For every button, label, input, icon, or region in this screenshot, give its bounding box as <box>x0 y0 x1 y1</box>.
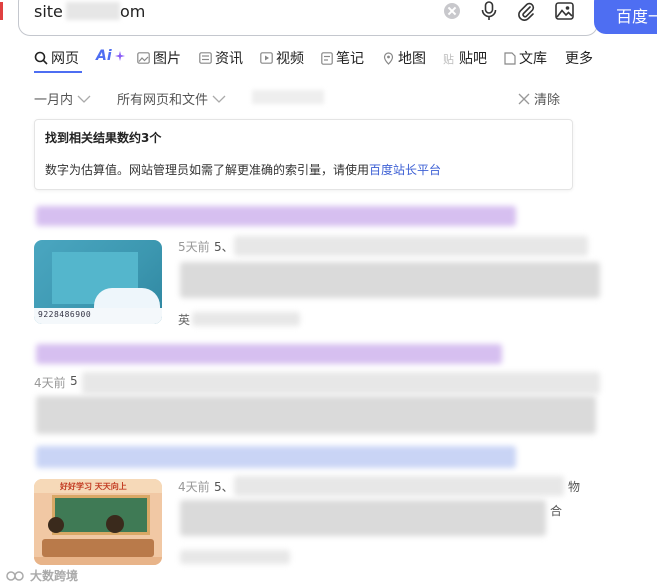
tab-ai[interactable]: Ai <box>96 48 125 64</box>
result-time: 4天前 <box>34 376 66 390</box>
result-snippet-redacted <box>82 372 600 394</box>
result-title-redacted[interactable] <box>36 446 516 468</box>
attachment-icon[interactable] <box>517 1 535 21</box>
result-source-redacted <box>180 550 290 564</box>
result-title-redacted[interactable] <box>36 206 516 226</box>
picture-icon <box>137 52 150 64</box>
tab-label: 贴吧 <box>459 51 487 67</box>
active-tab-indicator <box>34 71 82 73</box>
tab-map[interactable]: 地图 <box>382 48 426 68</box>
chevron-down-icon <box>212 95 226 103</box>
scope-filter-label: 所有网页和文件 <box>117 93 209 108</box>
clear-filters-label: 清除 <box>534 93 561 108</box>
tab-video[interactable]: 视频 <box>260 48 304 68</box>
watermark: 大数跨境 <box>6 567 78 584</box>
watermark-text: 大数跨境 <box>30 569 79 583</box>
search-query-suffix[interactable]: om <box>120 2 145 21</box>
search-button-label: 百度一 <box>616 7 657 26</box>
tab-wenku[interactable]: 文库 <box>504 48 547 68</box>
clear-query-icon[interactable] <box>444 3 460 19</box>
tab-label: 视频 <box>276 51 304 67</box>
watermark-logo-icon <box>6 570 24 581</box>
close-icon <box>518 93 530 104</box>
map-pin-icon <box>383 51 394 65</box>
time-filter-label: 一月内 <box>34 93 74 108</box>
result-source-start: 英 <box>178 313 191 327</box>
site-filter-redacted[interactable] <box>252 90 324 104</box>
sparkle-icon <box>114 51 125 61</box>
result-snippet-redacted <box>180 262 600 298</box>
result-count-card: 找到相关结果数约3个 数字为估算值。网站管理员如需了解更准确的索引量，请使用百度… <box>34 119 573 190</box>
scope-filter-dropdown[interactable]: 所有网页和文件 <box>117 89 226 108</box>
result-snippet-start: 5、 <box>214 240 234 254</box>
thumbnail-caption: 9228486900 <box>38 310 92 319</box>
tab-label: Ai <box>96 48 112 64</box>
result-snippet-line2-tail: 合 <box>550 504 563 518</box>
search-query-prefix[interactable]: site <box>34 2 63 21</box>
search-query-redacted <box>66 2 120 20</box>
tab-label: 网页 <box>51 51 79 67</box>
result-snippet-start: 5、 <box>214 480 234 494</box>
chevron-down-icon <box>77 95 91 103</box>
tab-images[interactable]: 图片 <box>137 48 181 68</box>
image-search-icon[interactable] <box>555 2 574 20</box>
result-snippet-redacted <box>234 236 588 256</box>
search-icon <box>34 51 48 65</box>
video-icon <box>260 52 273 64</box>
result-snippet-redacted <box>180 500 546 536</box>
tab-label: 图片 <box>153 51 181 67</box>
result-time: 5天前 <box>178 240 210 254</box>
tab-label: 更多 <box>565 51 593 67</box>
result-title-redacted[interactable] <box>36 344 502 364</box>
tab-label: 笔记 <box>336 51 364 67</box>
document-icon <box>504 51 516 65</box>
tab-label: 文库 <box>519 51 547 67</box>
time-filter-dropdown[interactable]: 一月内 <box>34 89 91 108</box>
tab-notes[interactable]: 笔记 <box>321 48 364 68</box>
clear-filters-button[interactable]: 清除 <box>518 89 560 108</box>
tieba-icon: 贴 <box>443 52 454 65</box>
result-time: 4天前 <box>178 480 210 494</box>
result-snippet-redacted <box>36 396 596 434</box>
result-snippet-start: 5 <box>70 374 78 388</box>
svg-text:贴: 贴 <box>443 52 454 65</box>
tab-more[interactable]: 更多 <box>565 48 593 68</box>
tab-label: 资讯 <box>215 51 243 67</box>
tab-tieba[interactable]: 贴 贴吧 <box>443 48 487 68</box>
tab-label: 地图 <box>398 51 426 67</box>
search-button[interactable]: 百度一 <box>594 0 657 34</box>
webmaster-platform-link[interactable]: 百度站长平台 <box>369 163 441 177</box>
microphone-icon[interactable] <box>480 1 498 21</box>
result-snippet-redacted <box>234 476 564 496</box>
result-snippet-tail: 物 <box>568 480 581 494</box>
note-icon <box>321 51 333 65</box>
tab-news[interactable]: 资讯 <box>199 48 243 68</box>
result-thumbnail[interactable]: 好好学习 天天向上 <box>34 479 162 565</box>
left-edge-mark <box>0 2 3 20</box>
result-thumbnail[interactable]: 9228486900 <box>34 240 162 324</box>
news-icon <box>199 52 212 64</box>
thumbnail-caption: 好好学习 天天向上 <box>60 482 127 491</box>
result-count-title: 找到相关结果数约3个 <box>45 131 162 145</box>
result-count-description: 数字为估算值。网站管理员如需了解更准确的索引量，请使用百度站长平台 <box>45 163 442 177</box>
result-source-redacted <box>192 312 300 326</box>
tab-webpage[interactable]: 网页 <box>34 48 79 68</box>
